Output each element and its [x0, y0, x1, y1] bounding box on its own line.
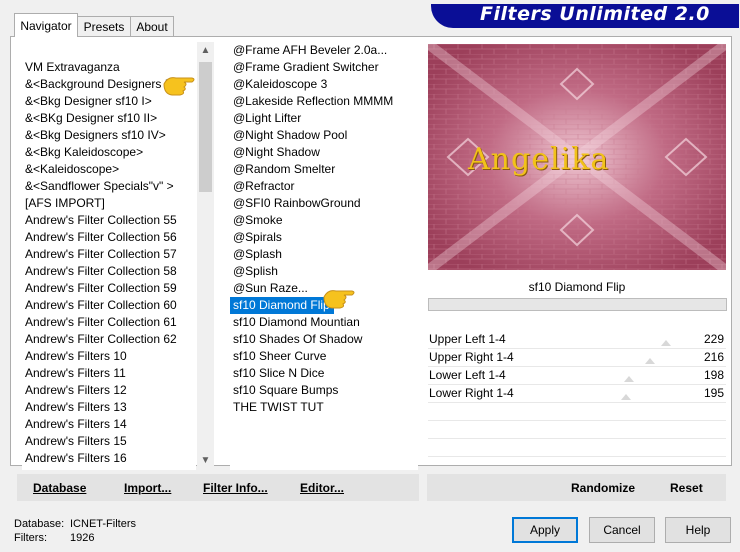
filter-item[interactable]: @Light Lifter: [230, 110, 418, 127]
filters-label: Filters:: [14, 532, 47, 544]
category-item[interactable]: Andrew's Filters 10: [22, 348, 196, 365]
param-divider: [428, 420, 726, 421]
filter-item[interactable]: sf10 Diamond Mountian: [230, 314, 418, 331]
filter-item[interactable]: @Refractor: [230, 178, 418, 195]
scroll-up-icon[interactable]: ▲: [197, 42, 214, 60]
category-item[interactable]: Andrew's Filters 15: [22, 433, 196, 450]
filter-info-button[interactable]: Filter Info...: [203, 481, 268, 495]
randomize-button[interactable]: Randomize: [571, 481, 635, 495]
category-item[interactable]: Andrew's Filter Collection 59: [22, 280, 196, 297]
category-item[interactable]: &<BKg Designer sf10 II>: [22, 110, 196, 127]
filter-item[interactable]: @Spirals: [230, 229, 418, 246]
param-slider-row[interactable]: Upper Left 1-4 229: [428, 330, 726, 349]
category-item[interactable]: &<Kaleidoscope>: [22, 161, 196, 178]
pointing-hand-icon: [323, 290, 355, 309]
filter-item[interactable]: @Night Shadow Pool: [230, 127, 418, 144]
category-item[interactable]: &<Bkg Designers sf10 IV>: [22, 127, 196, 144]
category-item[interactable]: Andrew's Filter Collection 61: [22, 314, 196, 331]
param-slider-row[interactable]: Lower Left 1-4 198: [428, 366, 726, 385]
tab-about[interactable]: About: [130, 16, 174, 36]
filter-item[interactable]: @Night Shadow: [230, 144, 418, 161]
filter-item-selected[interactable]: sf10 Diamond Flip: [230, 297, 334, 314]
app-title: Filters Unlimited 2.0: [480, 3, 710, 25]
filter-item[interactable]: THE TWIST TUT: [230, 399, 418, 416]
category-item[interactable]: Andrew's Filter Collection 58: [22, 263, 196, 280]
watermark-text: Angelika: [468, 142, 610, 177]
param-divider: [428, 456, 726, 457]
category-item[interactable]: Andrew's Filter Collection 60: [22, 297, 196, 314]
category-item[interactable]: [AFS IMPORT]: [22, 195, 196, 212]
category-item[interactable]: Andrew's Filter Collection 55: [22, 212, 196, 229]
database-label: Database:: [14, 518, 65, 530]
slider-thumb-icon[interactable]: [661, 340, 671, 346]
filter-name-label: sf10 Diamond Flip: [528, 280, 626, 294]
param-value: 198: [703, 368, 724, 382]
category-item[interactable]: Andrew's Filters 17: [22, 467, 196, 470]
filter-item[interactable]: sf10 Slice N Dice: [230, 365, 418, 382]
filter-item[interactable]: @Splash: [230, 246, 418, 263]
help-button[interactable]: Help: [665, 517, 731, 543]
param-label: Upper Right 1-4: [429, 350, 514, 364]
category-list[interactable]: VM Extravaganza &<Background Designers IV…: [22, 59, 196, 470]
import-button[interactable]: Import...: [124, 481, 171, 495]
filter-item[interactable]: @SFI0 RainbowGround: [230, 195, 418, 212]
apply-button[interactable]: Apply: [512, 517, 578, 543]
filters-count: 1926: [70, 532, 95, 544]
scroll-down-icon[interactable]: ▼: [197, 452, 214, 470]
filter-item[interactable]: sf10 Square Bumps: [230, 382, 418, 399]
filter-item[interactable]: @Frame Gradient Switcher: [230, 59, 418, 76]
category-item[interactable]: &<Sandflower Specials"v" >: [22, 178, 196, 195]
reset-button[interactable]: Reset: [670, 481, 703, 495]
filter-list[interactable]: @Frame AFH Beveler 2.0a... @Frame Gradien…: [230, 42, 418, 470]
param-label: Lower Left 1-4: [429, 368, 506, 382]
filter-item[interactable]: sf10 Sheer Curve: [230, 348, 418, 365]
database-value: ICNET-Filters: [70, 518, 136, 530]
param-value: 229: [703, 332, 724, 346]
category-item[interactable]: Andrew's Filters 14: [22, 416, 196, 433]
category-item[interactable]: Andrew's Filters 16: [22, 450, 196, 467]
category-item[interactable]: Andrew's Filter Collection 62: [22, 331, 196, 348]
param-label: Lower Right 1-4: [429, 386, 514, 400]
filter-item[interactable]: @Lakeside Reflection MMMM: [230, 93, 418, 110]
param-value: 195: [703, 386, 724, 400]
category-item[interactable]: &<Bkg Kaleidoscope>: [22, 144, 196, 161]
filter-item[interactable]: @Smoke: [230, 212, 418, 229]
param-divider: [428, 438, 726, 439]
preview-image: Angelika: [428, 44, 726, 270]
param-value: 216: [703, 350, 724, 364]
filter-item[interactable]: @Random Smelter: [230, 161, 418, 178]
database-button[interactable]: Database: [33, 481, 86, 495]
slider-thumb-icon[interactable]: [624, 376, 634, 382]
editor-button[interactable]: Editor...: [300, 481, 344, 495]
slider-thumb-icon[interactable]: [621, 394, 631, 400]
category-item[interactable]: Andrew's Filters 13: [22, 399, 196, 416]
category-scrollbar[interactable]: ▲ ▼: [197, 42, 214, 470]
pointing-hand-icon: [163, 77, 195, 96]
category-item[interactable]: Andrew's Filters 12: [22, 382, 196, 399]
scroll-thumb[interactable]: [199, 62, 212, 192]
slider-thumb-icon[interactable]: [645, 358, 655, 364]
category-item[interactable]: Andrew's Filter Collection 57: [22, 246, 196, 263]
tab-navigator[interactable]: Navigator: [14, 13, 78, 37]
tab-presets[interactable]: Presets: [77, 16, 131, 36]
progress-bar: [428, 298, 727, 311]
cancel-button[interactable]: Cancel: [589, 517, 655, 543]
filter-item[interactable]: @Frame AFH Beveler 2.0a...: [230, 42, 418, 59]
param-slider-row[interactable]: Lower Right 1-4 195: [428, 384, 726, 403]
param-slider-row[interactable]: Upper Right 1-4 216: [428, 348, 726, 367]
filter-item[interactable]: @Splish: [230, 263, 418, 280]
param-label: Upper Left 1-4: [429, 332, 506, 346]
filter-item[interactable]: sf10 Shades Of Shadow: [230, 331, 418, 348]
filter-item[interactable]: @Kaleidoscope 3: [230, 76, 418, 93]
category-item[interactable]: Andrew's Filter Collection 56: [22, 229, 196, 246]
category-item[interactable]: Andrew's Filters 11: [22, 365, 196, 382]
